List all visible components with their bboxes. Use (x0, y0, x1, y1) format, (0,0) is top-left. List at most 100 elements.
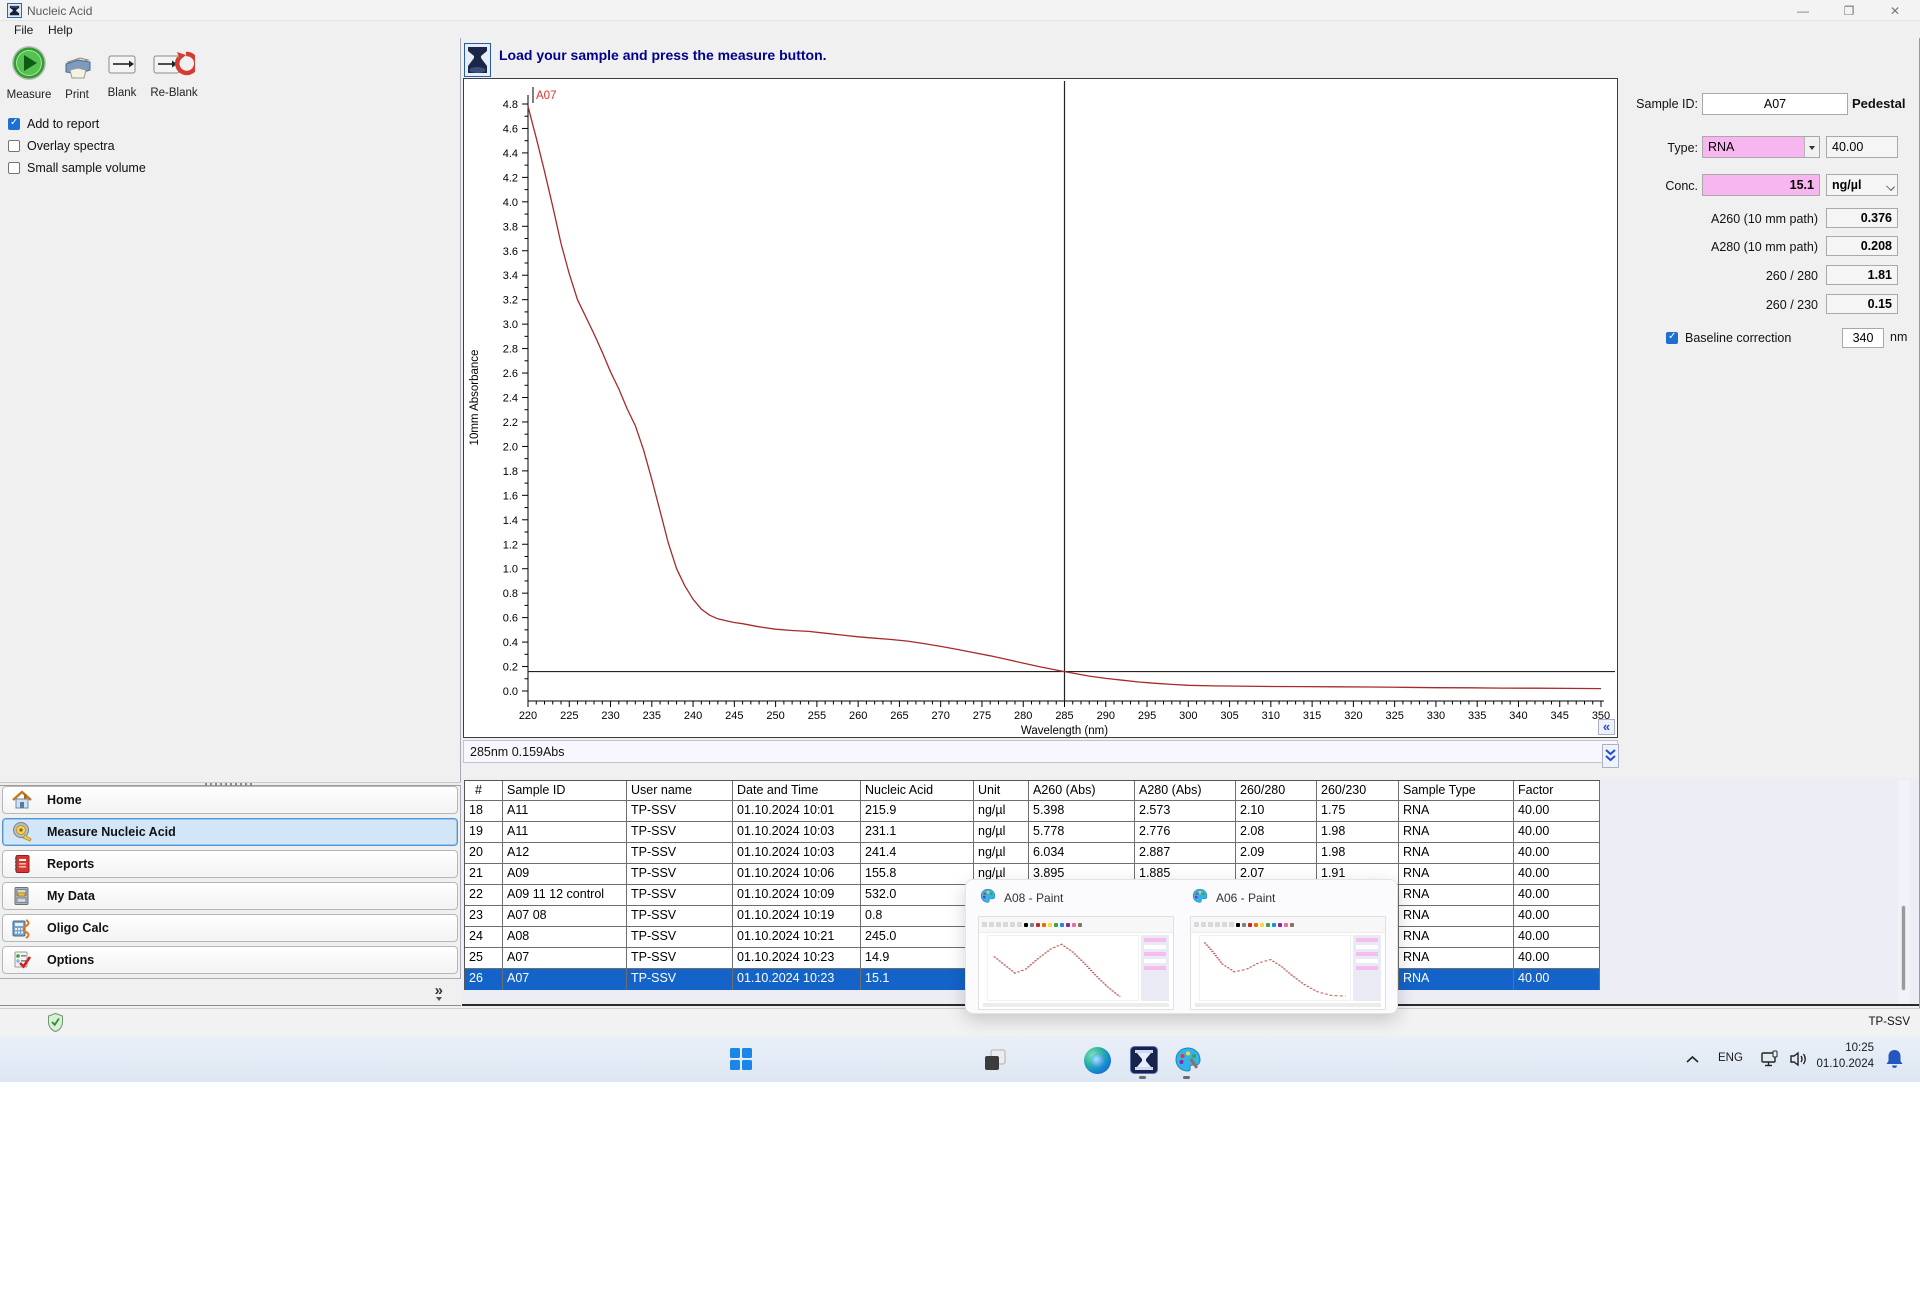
svg-text:340: 340 (1509, 710, 1527, 722)
table-cell: TP-SSV (627, 948, 733, 969)
windows-start-icon (730, 1048, 752, 1070)
column-header[interactable]: Date and Time (733, 781, 861, 801)
table-cell: A08 (503, 927, 627, 948)
svg-text:345: 345 (1551, 710, 1569, 722)
menu-help[interactable]: Help (44, 22, 77, 38)
task-view-icon (984, 1049, 1006, 1071)
spectrum-chart[interactable]: 2202252302352402452502552602652702752802… (463, 78, 1618, 738)
table-cell: RNA (1399, 843, 1514, 864)
baseline-wavelength-input[interactable]: 340 (1842, 328, 1884, 348)
column-header[interactable]: User name (627, 781, 733, 801)
sidebar-item-measure-nucleic-acid[interactable]: Measure Nucleic Acid (2, 818, 458, 846)
active-app-indicator (1139, 1076, 1146, 1079)
reblank-button[interactable]: Re-Blank (146, 44, 202, 99)
notifications-button[interactable] (1882, 1047, 1906, 1071)
svg-text:4.4: 4.4 (503, 148, 518, 160)
column-header[interactable]: Unit (974, 781, 1029, 801)
svg-text:245: 245 (725, 710, 743, 722)
column-header[interactable]: A260 (Abs) (1029, 781, 1135, 801)
blank-button[interactable]: Blank (102, 44, 142, 99)
svg-text:1.4: 1.4 (503, 515, 518, 527)
svg-text:230: 230 (601, 710, 619, 722)
cursor-crosshair[interactable] (528, 81, 1615, 701)
measure-button[interactable]: Measure (6, 44, 52, 101)
preview-card-2[interactable]: A06 - Paint (1186, 888, 1391, 908)
network-button[interactable] (1758, 1047, 1782, 1071)
sidebar-expand-button[interactable]: » (435, 982, 443, 1001)
table-row-18[interactable]: 18A11TP-SSV01.10.2024 10:01215.9ng/µl5.3… (465, 801, 1600, 822)
print-button[interactable]: Print (56, 44, 98, 101)
column-header[interactable]: # (465, 781, 503, 801)
clock-time[interactable]: 10:25 (1845, 1042, 1874, 1054)
table-cell: TP-SSV (627, 822, 733, 843)
svg-text:0.8: 0.8 (503, 588, 518, 600)
paint-app-button[interactable] (1172, 1044, 1204, 1076)
collapse-panel-button[interactable]: « (1598, 719, 1615, 735)
checkbox-add-to-report[interactable]: Add to report (8, 116, 99, 131)
close-button[interactable]: ✕ (1872, 0, 1918, 21)
svg-text:2.6: 2.6 (503, 368, 518, 380)
taskbar-preview-popup: A08 - Paint A06 - Paint (965, 879, 1398, 1014)
minimize-button[interactable]: — (1780, 0, 1826, 21)
sidebar-footer: » (0, 978, 461, 1006)
column-header[interactable]: Factor (1514, 781, 1600, 801)
sidebar-item-oligo-calc[interactable]: Oligo Calc (2, 914, 458, 942)
svg-text:310: 310 (1262, 710, 1280, 722)
sample-id-input[interactable] (1702, 93, 1848, 115)
start-button[interactable] (728, 1046, 754, 1072)
sidebar-item-my-data[interactable]: My Data (2, 882, 458, 910)
svg-text:235: 235 (643, 710, 661, 722)
volume-button[interactable] (1786, 1047, 1812, 1071)
column-header[interactable]: Nucleic Acid (861, 781, 974, 801)
tray-expand-button[interactable] (1682, 1049, 1702, 1069)
status-bar: TP-SSV (0, 1008, 1920, 1036)
table-row-19[interactable]: 19A11TP-SSV01.10.2024 10:03231.1ng/µl5.7… (465, 822, 1600, 843)
table-row-20[interactable]: 20A12TP-SSV01.10.2024 10:03241.4ng/µl6.0… (465, 843, 1600, 864)
sidebar-item-label: Home (47, 793, 82, 807)
sidebar-item-reports[interactable]: Reports (2, 850, 458, 878)
column-header[interactable]: Sample Type (1399, 781, 1514, 801)
restore-button[interactable]: ❐ (1826, 0, 1872, 21)
type-dropdown[interactable]: RNA (1702, 136, 1820, 158)
scrollbar-thumb[interactable] (1901, 905, 1906, 991)
table-cell: 26 (465, 969, 503, 990)
preview-title: A06 - Paint (1216, 891, 1275, 905)
clock-date[interactable]: 01.10.2024 (1816, 1058, 1874, 1070)
reblank-icon (153, 50, 195, 80)
svg-text:1.6: 1.6 (503, 490, 518, 502)
menu-file[interactable]: File (10, 22, 37, 38)
column-header[interactable]: 260/230 (1317, 781, 1399, 801)
checkbox-box (8, 162, 20, 174)
task-view-button[interactable] (982, 1047, 1008, 1072)
table-cell: 2.08 (1236, 822, 1317, 843)
sidebar-item-home[interactable]: Home (2, 786, 458, 814)
svg-text:0.4: 0.4 (503, 637, 518, 649)
table-cell: TP-SSV (627, 801, 733, 822)
conc-unit-dropdown[interactable]: ng/µl (1826, 174, 1898, 196)
language-indicator[interactable]: ENG (1718, 1052, 1743, 1064)
column-header[interactable]: A280 (Abs) (1135, 781, 1236, 801)
checkbox-small-sample-volume[interactable]: Small sample volume (8, 160, 146, 175)
sidebar-item-options[interactable]: Options (2, 946, 458, 974)
column-header[interactable]: 260/280 (1236, 781, 1317, 801)
window-thumbnail[interactable] (1190, 916, 1386, 1010)
nanodrop-app-button[interactable] (1128, 1044, 1160, 1076)
table-cell: 01.10.2024 10:06 (733, 864, 861, 885)
window-title: Nucleic Acid (27, 4, 92, 18)
table-cell: RNA (1399, 885, 1514, 906)
table-cell: TP-SSV (627, 885, 733, 906)
checkbox-overlay-spectra[interactable]: Overlay spectra (8, 138, 115, 153)
preview-card-1[interactable]: A08 - Paint (974, 888, 1179, 908)
pedestal-mode-label: Pedestal (1852, 96, 1920, 111)
window-thumbnail[interactable] (978, 916, 1174, 1010)
a260-value: 0.376 (1826, 208, 1898, 228)
column-header[interactable]: Sample ID (503, 781, 627, 801)
expand-table-button[interactable] (1602, 744, 1619, 768)
baseline-correction-checkbox[interactable]: Baseline correction (1666, 330, 1791, 345)
x-axis-title: Wavelength (nm) (1021, 725, 1108, 737)
edge-browser-button[interactable] (1082, 1045, 1112, 1075)
mini-sample-panel (1353, 935, 1381, 1001)
table-scrollbar[interactable] (1898, 780, 1910, 1004)
y-axis-ticks: 0.00.20.40.60.81.01.21.41.61.82.02.22.42… (503, 99, 528, 698)
paint-icon (1174, 1046, 1202, 1074)
